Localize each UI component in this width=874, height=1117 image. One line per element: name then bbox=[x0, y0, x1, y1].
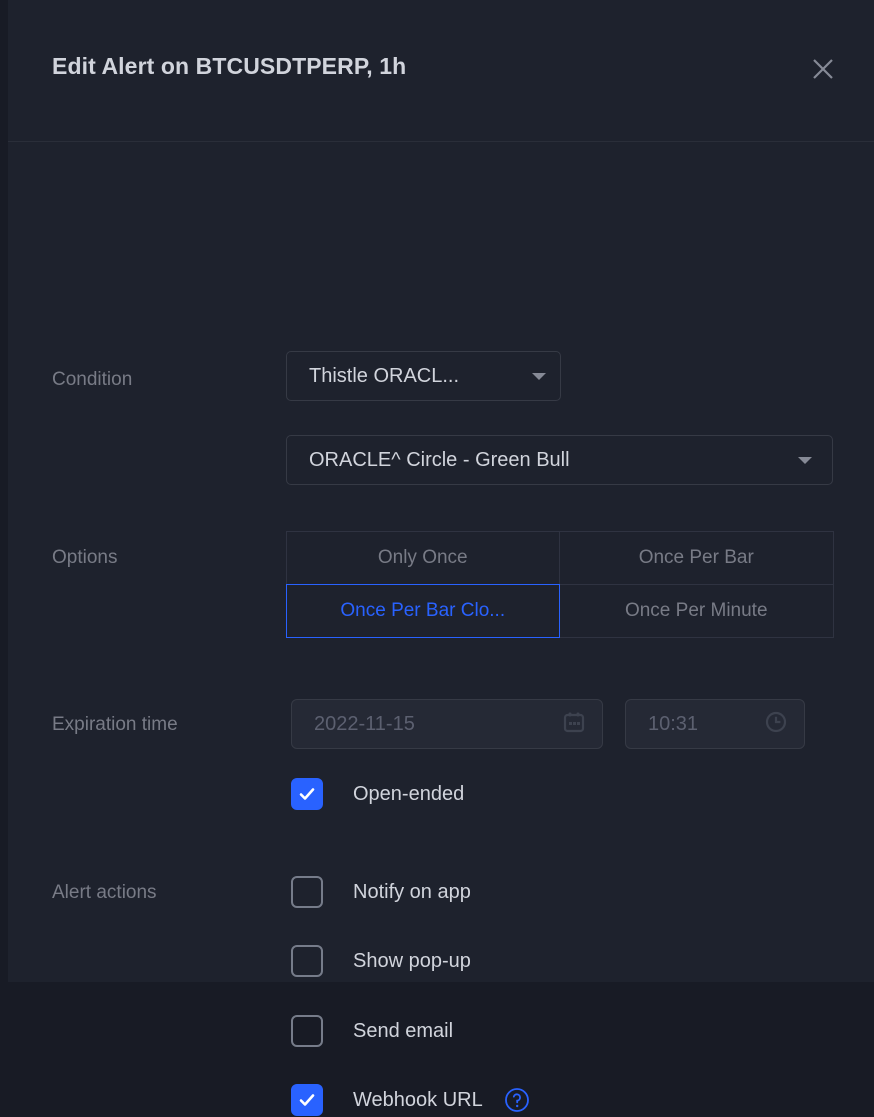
alert-action-show-popup-row[interactable]: Show pop-up bbox=[291, 944, 471, 978]
alert-actions-label: Alert actions bbox=[52, 882, 157, 903]
alert-action-notify-on-app-row[interactable]: Notify on app bbox=[291, 875, 471, 909]
alert-action-webhook-url-row[interactable]: Webhook URL bbox=[291, 1083, 530, 1117]
page-title: Edit Alert on BTCUSDTPERP, 1h bbox=[52, 53, 407, 79]
webhook-url-checkbox[interactable] bbox=[291, 1084, 323, 1116]
open-ended-checkbox[interactable] bbox=[291, 778, 323, 810]
dialog-body: Condition Thistle ORACL... ORACLE^ Circl… bbox=[8, 142, 874, 1116]
options-label: Options bbox=[52, 547, 118, 568]
calendar-icon bbox=[562, 710, 586, 739]
show-popup-checkbox[interactable] bbox=[291, 945, 323, 977]
option-label: Only Once bbox=[377, 546, 468, 568]
check-icon bbox=[299, 1094, 315, 1106]
close-icon bbox=[810, 56, 836, 82]
expiration-time-label: Expiration time bbox=[52, 714, 178, 735]
notify-on-app-label: Notify on app bbox=[353, 880, 471, 903]
clock-icon bbox=[764, 710, 788, 739]
condition-symbol-value: Thistle ORACL... bbox=[309, 364, 460, 387]
dialog-header: Edit Alert on BTCUSDTPERP, 1h bbox=[8, 0, 874, 142]
chevron-down-icon bbox=[798, 456, 812, 464]
expiration-date-value: 2022-11-15 bbox=[314, 712, 415, 735]
option-label: Once Per Bar Clo... bbox=[340, 599, 506, 621]
options-segmented-control: Only Once Once Per Bar Once Per Bar Clo.… bbox=[285, 530, 834, 638]
notify-on-app-checkbox[interactable] bbox=[291, 876, 323, 908]
send-email-label: Send email bbox=[353, 1019, 454, 1042]
check-icon bbox=[299, 788, 315, 800]
expiration-time-input[interactable]: 10:31 bbox=[625, 699, 805, 749]
option-once-per-bar[interactable]: Once Per Bar bbox=[559, 530, 834, 585]
expiration-date-input[interactable]: 2022-11-15 bbox=[291, 699, 603, 749]
close-button[interactable] bbox=[806, 52, 840, 86]
open-ended-row[interactable]: Open-ended bbox=[291, 777, 464, 811]
condition-trigger-value: ORACLE^ Circle - Green Bull bbox=[309, 448, 570, 471]
help-icon[interactable] bbox=[504, 1087, 530, 1113]
alert-action-send-email-row[interactable]: Send email bbox=[291, 1014, 453, 1048]
show-popup-label: Show pop-up bbox=[353, 949, 471, 972]
open-ended-label: Open-ended bbox=[353, 782, 465, 805]
expiration-time-value: 10:31 bbox=[648, 712, 699, 735]
condition-symbol-select[interactable]: Thistle ORACL... bbox=[286, 351, 561, 401]
condition-trigger-select[interactable]: ORACLE^ Circle - Green Bull bbox=[286, 435, 833, 485]
option-label: Once Per Bar bbox=[638, 546, 754, 568]
send-email-checkbox[interactable] bbox=[291, 1015, 323, 1047]
option-label: Once Per Minute bbox=[624, 599, 768, 621]
option-once-per-minute[interactable]: Once Per Minute bbox=[559, 583, 834, 638]
chevron-down-icon bbox=[532, 372, 546, 380]
option-only-once[interactable]: Only Once bbox=[285, 530, 560, 585]
condition-label: Condition bbox=[52, 369, 133, 390]
option-once-per-bar-close[interactable]: Once Per Bar Clo... bbox=[285, 583, 560, 638]
webhook-url-label: Webhook URL bbox=[353, 1088, 483, 1111]
edit-alert-dialog: Edit Alert on BTCUSDTPERP, 1h Condition … bbox=[8, 0, 874, 1116]
